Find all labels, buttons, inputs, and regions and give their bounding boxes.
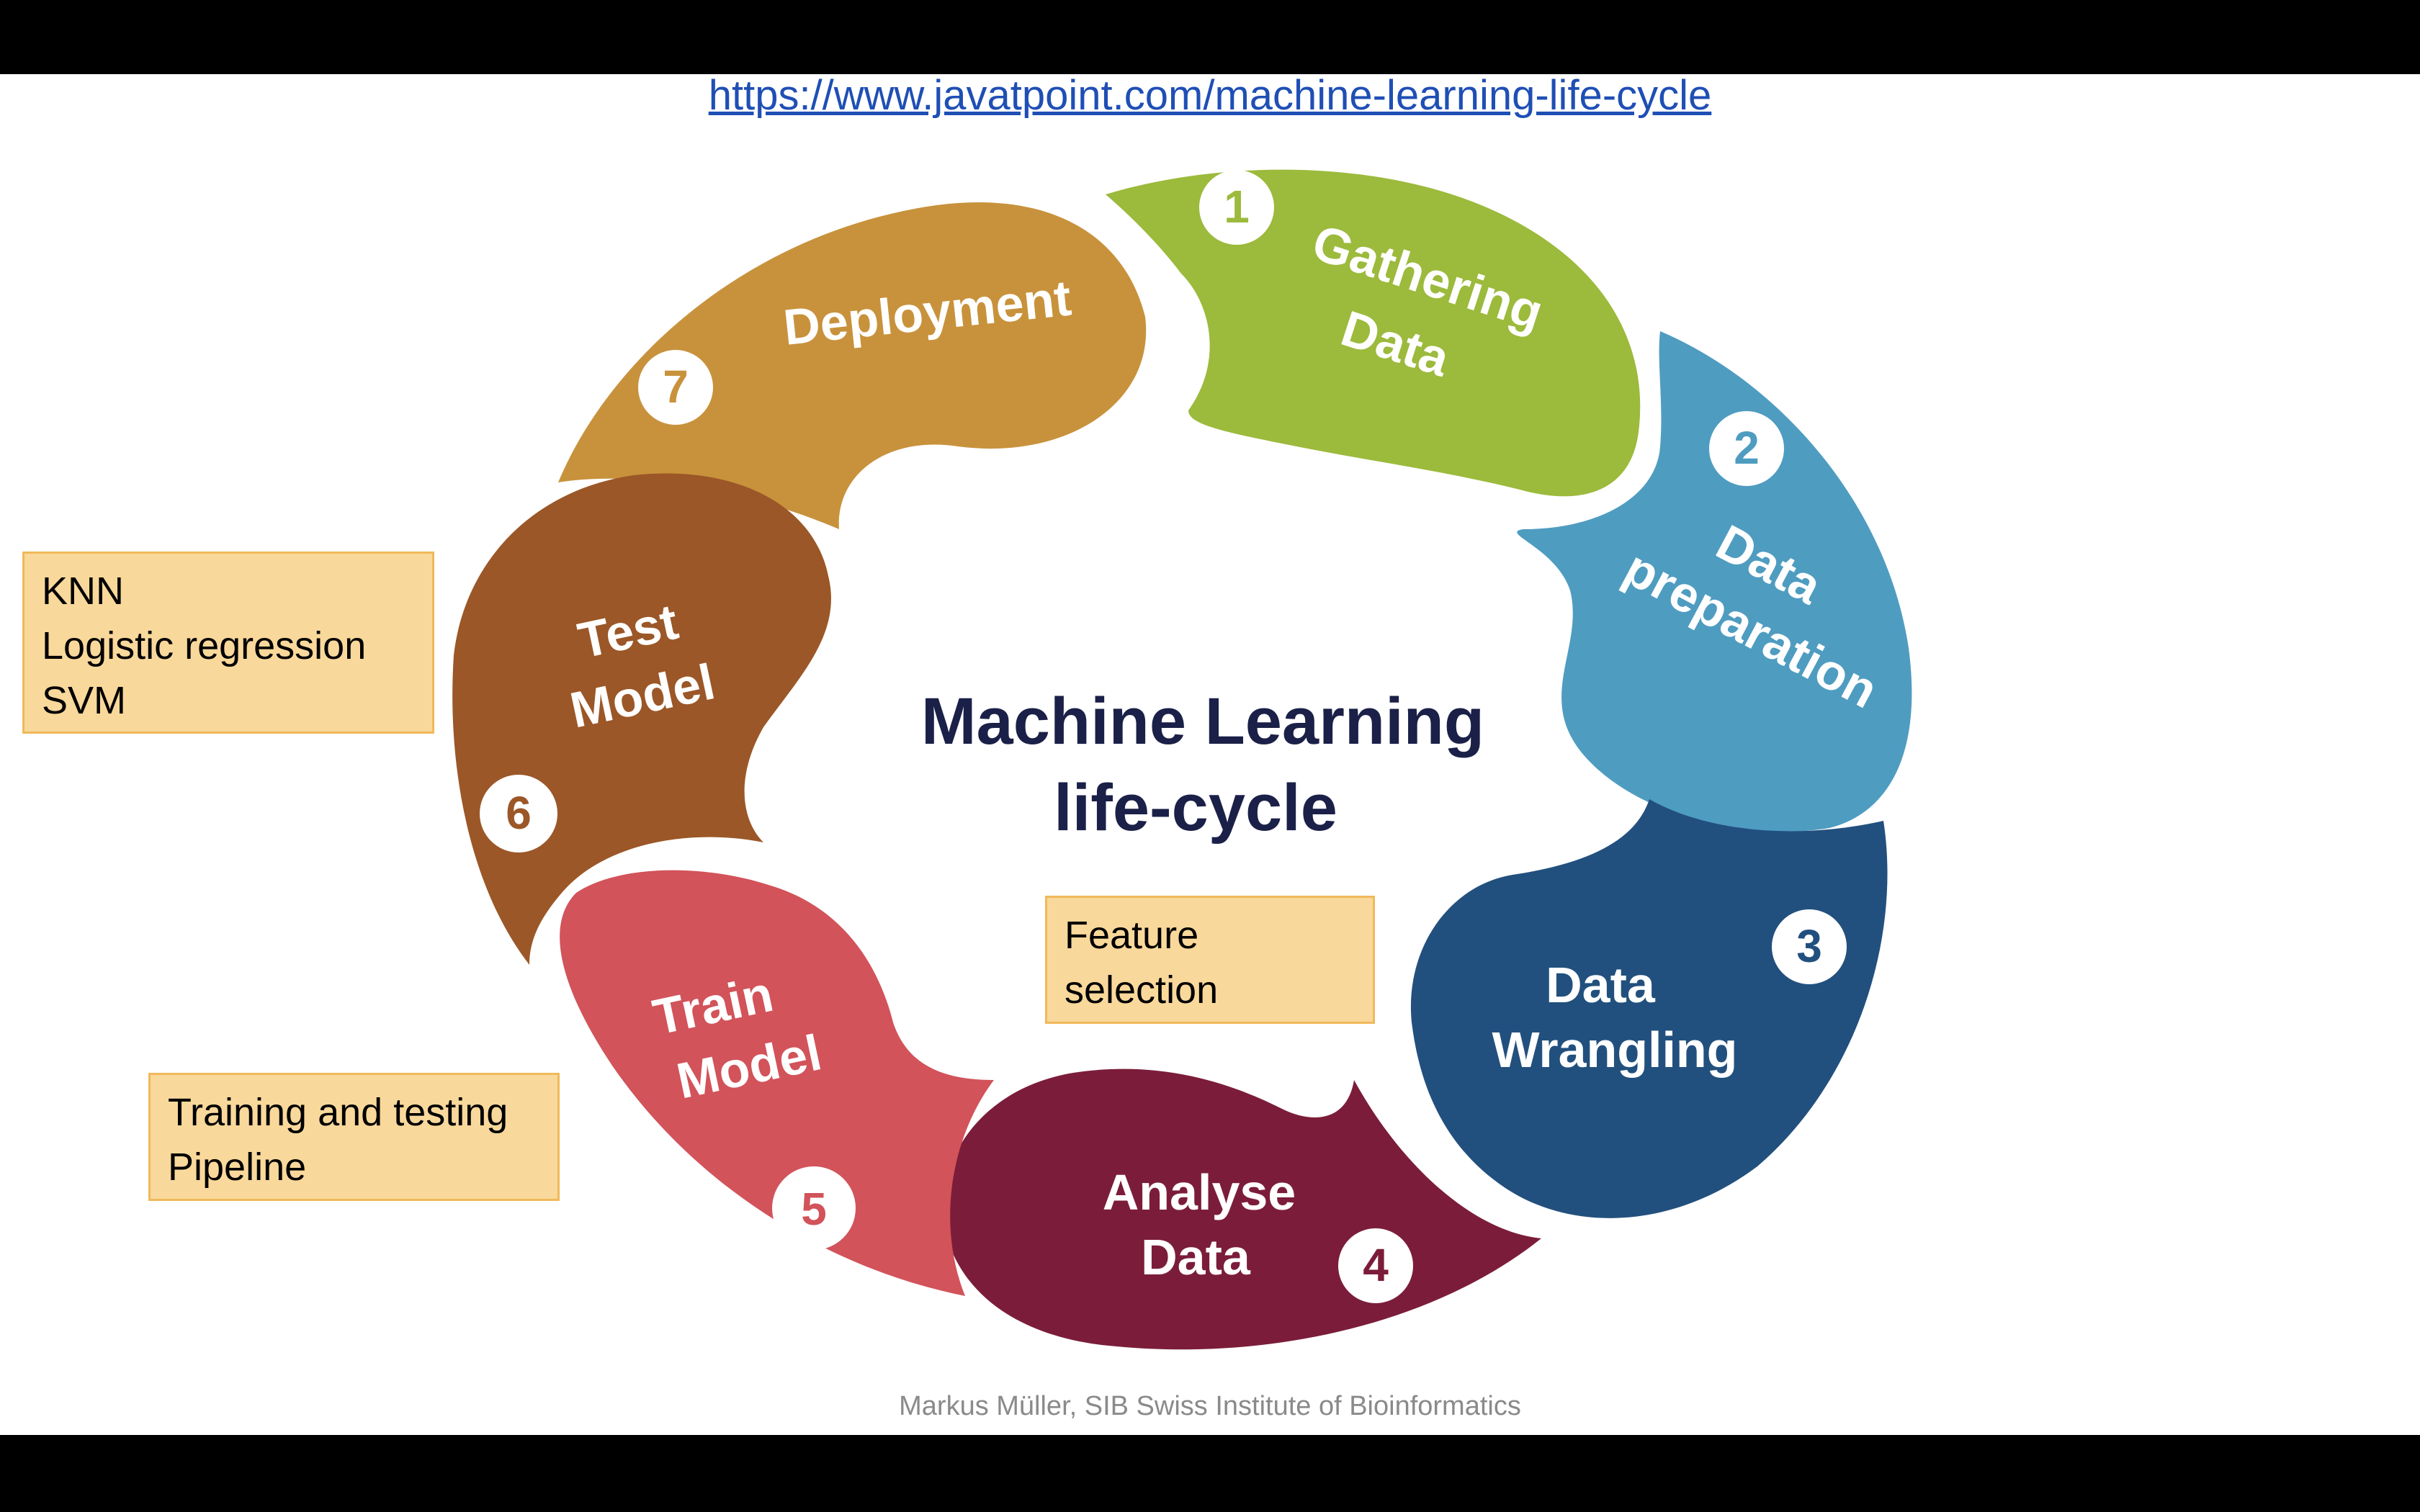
note-line: Feature [1065, 914, 1199, 957]
note-line: Pipeline [168, 1146, 307, 1189]
label-analyse-data-2: Data [1141, 1229, 1251, 1285]
footer-credit: Markus Müller, SIB Swiss Institute of Bi… [899, 1391, 1521, 1421]
center-title-line-2: life-cycle [1054, 771, 1337, 845]
note-line: Training and testing [168, 1091, 508, 1134]
note-line: selection [1065, 968, 1219, 1012]
note-line: KNN [42, 570, 125, 613]
note-line: Logistic regression [42, 624, 367, 667]
number-3: 3 [1796, 920, 1822, 972]
number-2: 2 [1734, 422, 1760, 474]
note-feature-selection: Feature selection [1045, 896, 1375, 1024]
center-title-line-1: Machine Learning [921, 685, 1484, 758]
segment-gathering-data: 1 Gathering Data [1106, 169, 1641, 497]
ml-lifecycle-diagram: 7 Deployment 1 Gathering Data 2 Data pre… [452, 169, 1912, 1350]
number-6: 6 [506, 787, 532, 839]
segment-train-model: 5 Train Model [560, 870, 994, 1296]
number-4: 4 [1363, 1239, 1389, 1291]
label-analyse-data-1: Analyse [1103, 1164, 1296, 1220]
number-5: 5 [801, 1183, 827, 1235]
label-data-wrangling-1: Data [1546, 957, 1656, 1013]
label-data-wrangling-2: Wrangling [1492, 1022, 1738, 1078]
note-training-pipeline: Training and testing Pipeline [148, 1073, 560, 1201]
segment-data-wrangling: 3 Data Wrangling [1410, 799, 1888, 1218]
note-line: SVM [42, 679, 127, 722]
number-1: 1 [1224, 181, 1250, 233]
number-7: 7 [663, 361, 689, 413]
note-classifiers: KNN Logistic regression SVM [22, 552, 434, 734]
